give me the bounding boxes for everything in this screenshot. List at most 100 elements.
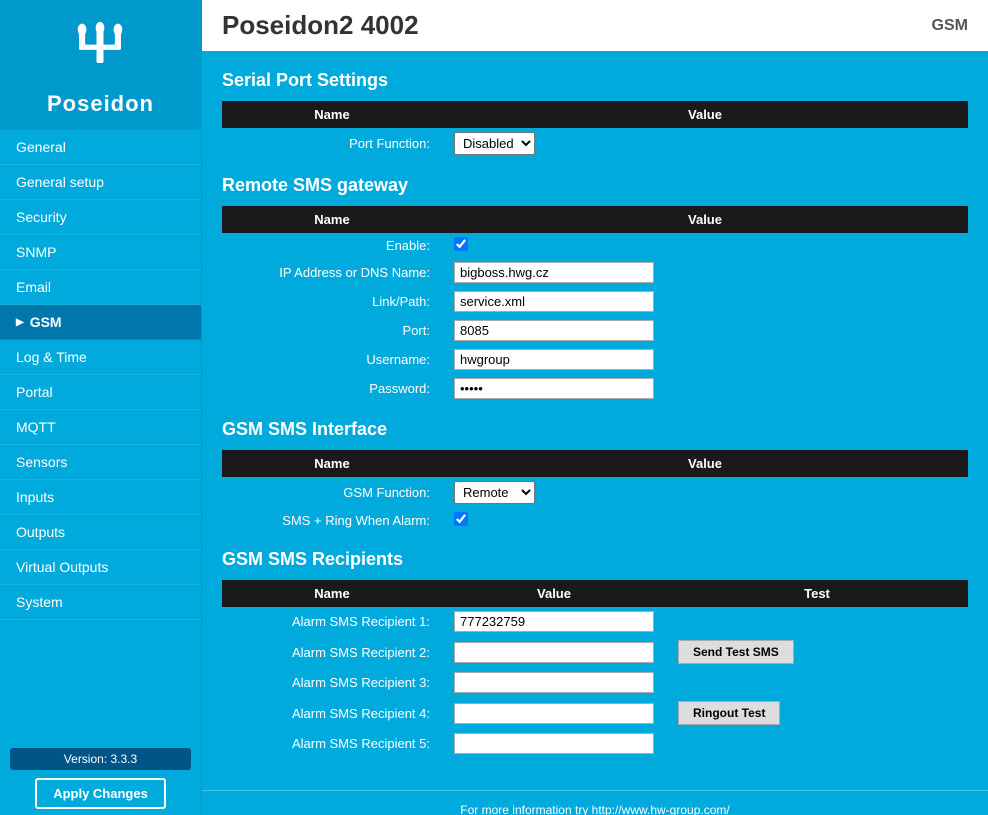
recipient-test-1 xyxy=(666,607,968,636)
ip-label: IP Address or DNS Name: xyxy=(222,258,442,287)
sidebar-item-system[interactable]: System xyxy=(0,585,201,620)
sidebar-item-portal[interactable]: Portal xyxy=(0,375,201,410)
table-row: IP Address or DNS Name: xyxy=(222,258,968,287)
ip-value xyxy=(442,258,968,287)
recipient-value-1 xyxy=(442,607,666,636)
remote-sms-table: Name Value Enable: IP Address or DNS Nam… xyxy=(222,206,968,403)
logo-area: Poseidon xyxy=(0,0,201,130)
serial-value-header: Value xyxy=(442,101,968,128)
remote-sms-section-title: Remote SMS gateway xyxy=(222,175,968,196)
recipients-name-header: Name xyxy=(222,580,442,607)
sidebar-item-outputs[interactable]: Outputs xyxy=(0,515,201,550)
logo-text: Poseidon xyxy=(47,91,154,117)
table-row: Alarm SMS Recipient 2: Send Test SMS xyxy=(222,636,968,668)
gsm-function-select[interactable]: Remote SMS Disabled xyxy=(454,481,535,504)
username-value xyxy=(442,345,968,374)
ringout-test-button[interactable]: Ringout Test xyxy=(678,701,780,725)
header-section-label: GSM xyxy=(932,17,968,35)
table-row: Username: xyxy=(222,345,968,374)
recipient-test-3 xyxy=(666,668,968,697)
recipients-test-header: Test xyxy=(666,580,968,607)
sidebar-item-gsm[interactable]: GSM xyxy=(0,305,201,340)
table-row: Alarm SMS Recipient 1: xyxy=(222,607,968,636)
recipient-input-2[interactable] xyxy=(454,642,654,663)
ip-input[interactable] xyxy=(454,262,654,283)
page-footer: For more information try http://www.hw-g… xyxy=(202,790,988,815)
table-row: SMS + Ring When Alarm: xyxy=(222,508,968,533)
recipient-value-3 xyxy=(442,668,666,697)
table-row: Alarm SMS Recipient 5: xyxy=(222,729,968,758)
sidebar: Poseidon General General setup Security … xyxy=(0,0,202,815)
main-content: Poseidon2 4002 GSM Serial Port Settings … xyxy=(202,0,988,815)
gsm-sms-interface-table: Name Value GSM Function: Remote SMS Disa… xyxy=(222,450,968,533)
recipient-value-4 xyxy=(442,697,666,729)
sidebar-item-general-setup[interactable]: General setup xyxy=(0,165,201,200)
sidebar-item-mqtt[interactable]: MQTT xyxy=(0,410,201,445)
table-row: Alarm SMS Recipient 3: xyxy=(222,668,968,697)
sidebar-item-security[interactable]: Security xyxy=(0,200,201,235)
username-label: Username: xyxy=(222,345,442,374)
recipient-input-5[interactable] xyxy=(454,733,654,754)
recipient-value-2 xyxy=(442,636,666,668)
recipient-label-2: Alarm SMS Recipient 2: xyxy=(222,636,442,668)
port-function-select[interactable]: Disabled GSM xyxy=(454,132,535,155)
sidebar-item-virtual-outputs[interactable]: Virtual Outputs xyxy=(0,550,201,585)
table-row: Port: xyxy=(222,316,968,345)
recipient-input-4[interactable] xyxy=(454,703,654,724)
recipients-value-header: Value xyxy=(442,580,666,607)
page-header: Poseidon2 4002 GSM xyxy=(202,0,988,54)
username-input[interactable] xyxy=(454,349,654,370)
gsm-sms-interface-section-title: GSM SMS Interface xyxy=(222,419,968,440)
sms-ring-label: SMS + Ring When Alarm: xyxy=(222,508,442,533)
recipient-label-3: Alarm SMS Recipient 3: xyxy=(222,668,442,697)
sidebar-item-general[interactable]: General xyxy=(0,130,201,165)
table-row: GSM Function: Remote SMS Disabled xyxy=(222,477,968,508)
serial-name-header: Name xyxy=(222,101,442,128)
port-label: Port: xyxy=(222,316,442,345)
enable-checkbox[interactable] xyxy=(454,237,468,251)
port-input[interactable] xyxy=(454,320,654,341)
recipient-test-5 xyxy=(666,729,968,758)
sidebar-item-inputs[interactable]: Inputs xyxy=(0,480,201,515)
recipient-test-2: Send Test SMS xyxy=(666,636,968,668)
password-input[interactable] xyxy=(454,378,654,399)
recipient-test-4: Ringout Test xyxy=(666,697,968,729)
sidebar-item-snmp[interactable]: SNMP xyxy=(0,235,201,270)
logo-icon: Poseidon xyxy=(47,14,154,117)
enable-value xyxy=(442,233,968,258)
gsm-function-label: GSM Function: xyxy=(222,477,442,508)
password-label: Password: xyxy=(222,374,442,403)
remote-value-header: Value xyxy=(442,206,968,233)
recipient-label-5: Alarm SMS Recipient 5: xyxy=(222,729,442,758)
gsm-sms-recipients-section-title: GSM SMS Recipients xyxy=(222,549,968,570)
enable-label: Enable: xyxy=(222,233,442,258)
password-value xyxy=(442,374,968,403)
link-input[interactable] xyxy=(454,291,654,312)
gsm-sms-recipients-table: Name Value Test Alarm SMS Recipient 1:Al… xyxy=(222,580,968,758)
sidebar-item-log-time[interactable]: Log & Time xyxy=(0,340,201,375)
content-area: Serial Port Settings Name Value Port Fun… xyxy=(202,54,988,790)
sidebar-item-sensors[interactable]: Sensors xyxy=(0,445,201,480)
sms-ring-value xyxy=(442,508,968,533)
recipient-value-5 xyxy=(442,729,666,758)
sms-ring-checkbox[interactable] xyxy=(454,512,468,526)
recipient-label-1: Alarm SMS Recipient 1: xyxy=(222,607,442,636)
recipient-input-3[interactable] xyxy=(454,672,654,693)
recipient-label-4: Alarm SMS Recipient 4: xyxy=(222,697,442,729)
table-row: Port Function: Disabled GSM xyxy=(222,128,968,159)
link-label: Link/Path: xyxy=(222,287,442,316)
port-function-value: Disabled GSM xyxy=(442,128,968,159)
send-test-sms-button[interactable]: Send Test SMS xyxy=(678,640,794,664)
link-value xyxy=(442,287,968,316)
table-row: Alarm SMS Recipient 4: Ringout Test xyxy=(222,697,968,729)
recipient-input-1[interactable] xyxy=(454,611,654,632)
port-function-label: Port Function: xyxy=(222,128,442,159)
serial-port-table: Name Value Port Function: Disabled GSM xyxy=(222,101,968,159)
table-row: Enable: xyxy=(222,233,968,258)
serial-port-section-title: Serial Port Settings xyxy=(222,70,968,91)
sidebar-item-email[interactable]: Email xyxy=(0,270,201,305)
version-label: Version: 3.3.3 xyxy=(10,748,191,770)
page-title: Poseidon2 4002 xyxy=(222,10,419,41)
apply-changes-button[interactable]: Apply Changes xyxy=(35,778,166,809)
port-value xyxy=(442,316,968,345)
